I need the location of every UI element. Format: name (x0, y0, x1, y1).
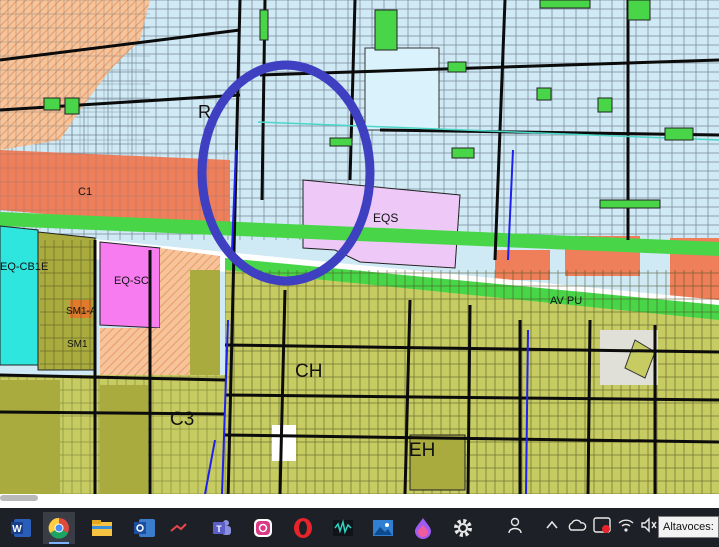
teams-icon[interactable]: T (206, 512, 238, 544)
zone-label-eq-cb1e: EQ-CB1E (0, 261, 49, 273)
file-explorer-icon[interactable] (86, 512, 118, 544)
chevron-up-icon[interactable] (545, 519, 559, 535)
wifi-icon[interactable] (617, 517, 635, 537)
settings-icon[interactable] (447, 512, 479, 544)
outlook-icon[interactable] (129, 512, 161, 544)
zone-label-c1: C1 (78, 186, 93, 198)
map-canvas (0, 0, 719, 508)
zoning-map[interactable]: R C1 EQS EQ-CB1E EQ-SC SM1-A SM1 AV PU C… (0, 0, 719, 508)
antivirus-icon[interactable] (593, 516, 611, 538)
onedrive-icon[interactable] (567, 517, 587, 537)
people-icon[interactable] (508, 516, 524, 538)
zone-label-eqs: EQS (373, 211, 399, 225)
word-icon[interactable]: W (6, 512, 38, 544)
paint-icon[interactable] (407, 512, 439, 544)
zone-label-eh: EH (409, 440, 436, 461)
horizontal-scrollbar-thumb[interactable] (0, 495, 38, 501)
equipment-zone-cb1e (0, 225, 39, 366)
svg-text:T: T (216, 524, 222, 534)
volume-tooltip: Altavoces: (658, 516, 719, 538)
zone-label-eq-sc: EQ-SC (114, 275, 149, 287)
zone-label-r: R (198, 102, 211, 122)
zone-label-sm1-a: SM1-A (66, 306, 97, 317)
speaker-mute-icon[interactable] (640, 517, 658, 537)
photos-icon[interactable] (367, 512, 399, 544)
instagram-icon[interactable] (247, 512, 279, 544)
media-player-icon[interactable] (162, 512, 194, 544)
zone-label-c3: C3 (170, 409, 195, 430)
opera-icon[interactable] (287, 512, 319, 544)
taskbar: W T Altavoces: (0, 508, 719, 547)
street-label-av-pu: AV PU (550, 295, 583, 307)
zone-label-ch: CH (295, 361, 323, 382)
audio-editor-icon[interactable] (327, 512, 359, 544)
svg-text:W: W (12, 524, 22, 535)
chrome-icon[interactable] (43, 512, 75, 544)
zone-label-sm1: SM1 (67, 339, 88, 350)
